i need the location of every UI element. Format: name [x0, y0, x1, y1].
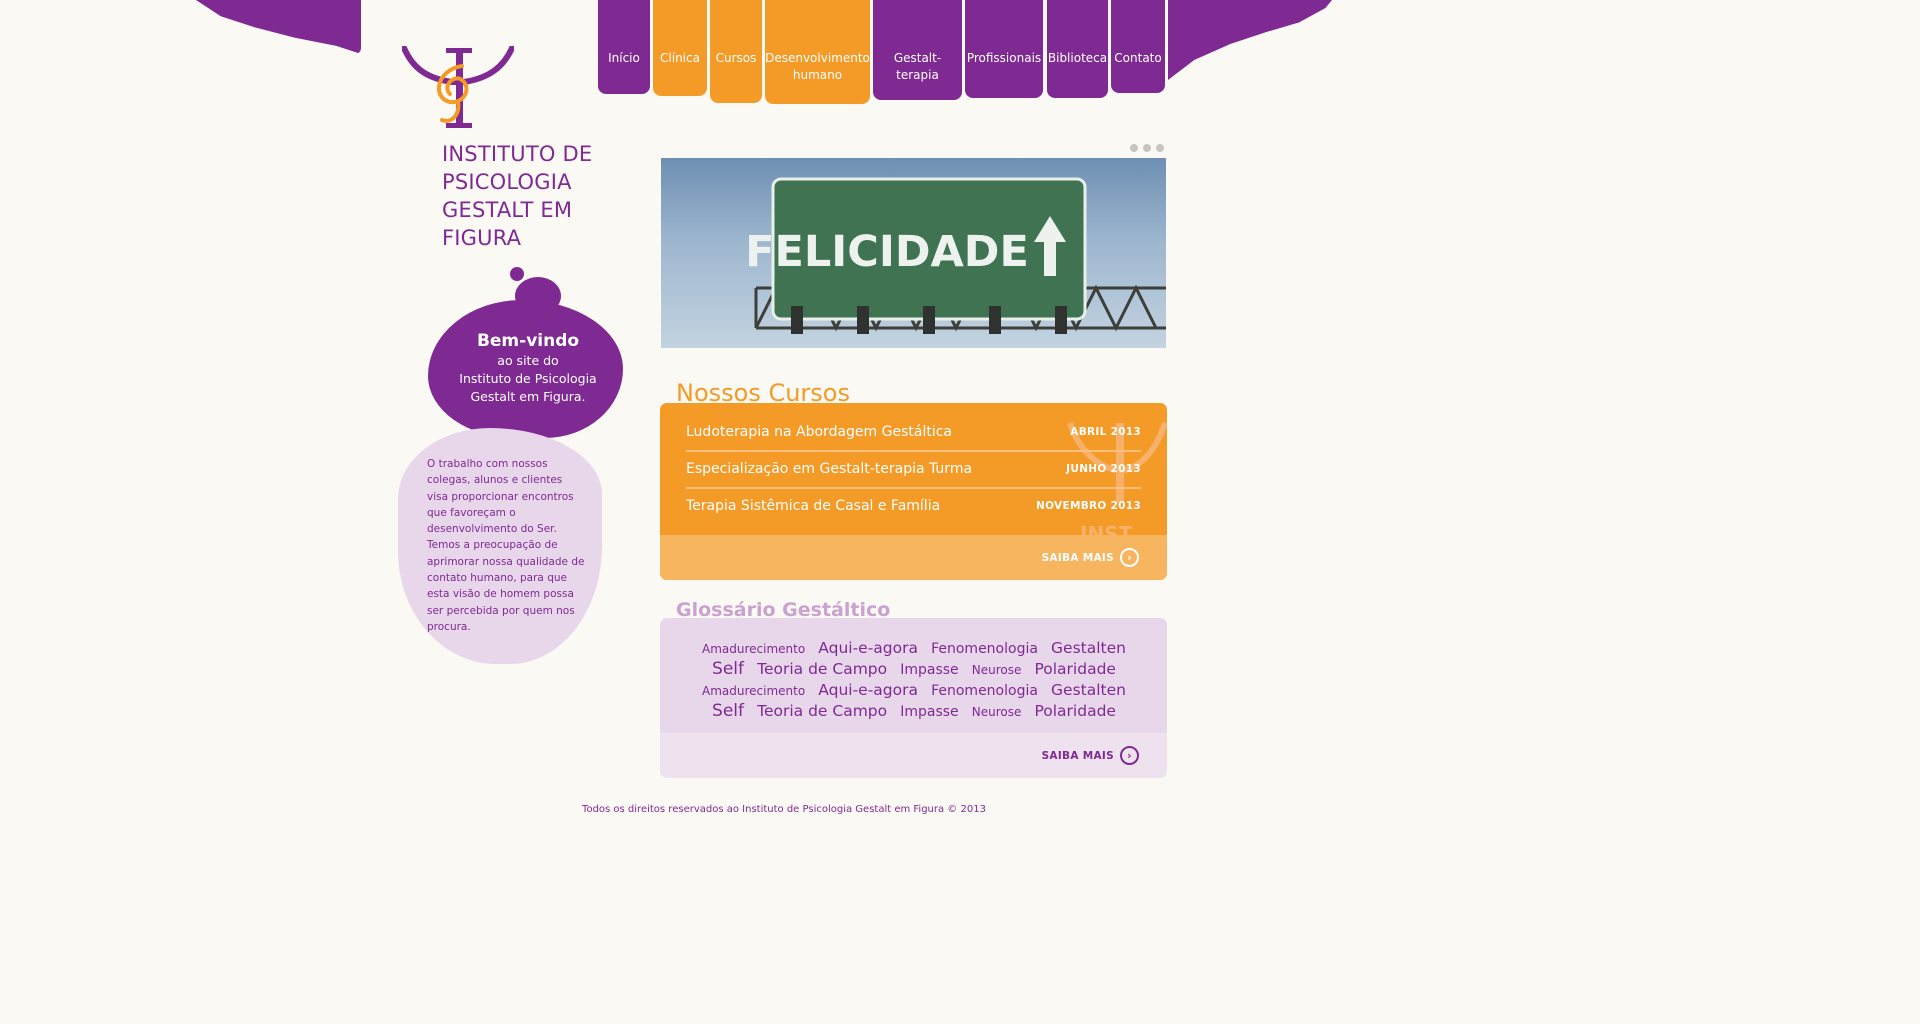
courses-card: INST PSI Ludoterapia na Abordagem Gestál…: [660, 403, 1167, 580]
nav-item-cursos[interactable]: Cursos: [710, 0, 762, 103]
glossary-footer: SAIBA MAIS ›: [660, 733, 1167, 778]
nav-item-contato[interactable]: Contato: [1111, 0, 1165, 93]
glossary-tag[interactable]: Gestalten: [1051, 639, 1126, 658]
nav-item-profissionais[interactable]: Profissionais: [965, 0, 1043, 98]
slider-dot[interactable]: [1156, 144, 1164, 152]
course-date: JUNHO 2013: [1066, 463, 1141, 475]
glossary-tag[interactable]: Amadurecimento: [702, 682, 805, 701]
nav-item-gestalt-terapia[interactable]: Gestalt-terapia: [873, 0, 962, 100]
welcome-message: Bem-vindo ao site do Instituto de Psicol…: [428, 330, 628, 406]
slider-dot[interactable]: [1130, 144, 1138, 152]
glossary-tag[interactable]: Teoria de Campo: [757, 660, 887, 679]
decorative-top-right-shape: [1168, 0, 1332, 80]
glossary-tag[interactable]: Impasse: [900, 661, 958, 680]
hero-banner[interactable]: FELICIDADE: [661, 158, 1166, 348]
glossary-tag[interactable]: Aqui-e-agora: [818, 639, 918, 658]
welcome-line: ao site do: [497, 353, 559, 368]
nav-item-desenvolvimento-humano[interactable]: Desenvolvimento humano: [765, 0, 870, 104]
footer-copyright: Todos os direitos reservados ao Institut…: [582, 804, 986, 815]
courses-more-link[interactable]: SAIBA MAIS ›: [1042, 548, 1139, 567]
welcome-title: Bem-vindo: [476, 331, 580, 351]
chevron-right-icon: ›: [1120, 746, 1139, 765]
glossary-tag[interactable]: Fenomenologia: [931, 640, 1038, 659]
glossary-tag[interactable]: Polaridade: [1034, 702, 1115, 721]
course-name: Terapia Sistêmica de Casal e Família: [686, 498, 941, 514]
glossary-tag[interactable]: Teoria de Campo: [757, 702, 887, 721]
site-title: INSTITUTO DE PSICOLOGIA GESTALT EM FIGUR…: [442, 142, 593, 250]
nav-item-biblioteca[interactable]: Biblioteca: [1047, 0, 1108, 98]
welcome-line: Gestalt em Figura.: [470, 389, 586, 404]
slider-pagination: [1130, 144, 1164, 152]
tag-cloud: Amadurecimento Aqui-e-agora Fenomenologi…: [684, 638, 1144, 722]
glossary-tag[interactable]: Neurose: [972, 661, 1022, 680]
glossary-tag[interactable]: Self: [712, 702, 744, 721]
course-item[interactable]: Ludoterapia na Abordagem Gestáltica ABRI…: [686, 414, 1141, 450]
course-date: ABRIL 2013: [1070, 426, 1141, 438]
welcome-line: Instituto de Psicologia: [459, 371, 597, 386]
psi-logo-icon: [401, 45, 515, 128]
decorative-top-left-shape: [196, 0, 361, 54]
site-logo[interactable]: [401, 45, 515, 130]
sign-text: FELICIDADE: [745, 227, 1029, 277]
glossary-tag[interactable]: Gestalten: [1051, 681, 1126, 700]
course-item[interactable]: Especialização em Gestalt-terapia Turma …: [686, 451, 1141, 487]
slider-dot[interactable]: [1143, 144, 1151, 152]
glossary-more-link[interactable]: SAIBA MAIS ›: [1042, 746, 1139, 765]
course-item[interactable]: Terapia Sistêmica de Casal e Família NOV…: [686, 488, 1141, 524]
road-sign-image: FELICIDADE: [745, 177, 1166, 334]
glossary-tag[interactable]: Aqui-e-agora: [818, 681, 918, 700]
glossary-card: Amadurecimento Aqui-e-agora Fenomenologi…: [660, 618, 1167, 778]
glossary-tag[interactable]: Self: [712, 660, 744, 679]
glossary-tag[interactable]: Polaridade: [1034, 660, 1115, 679]
glossary-tag[interactable]: Impasse: [900, 703, 958, 722]
glossary-tag[interactable]: Fenomenologia: [931, 682, 1038, 701]
about-text: O trabalho com nossos colegas, alunos e …: [427, 458, 585, 633]
course-name: Ludoterapia na Abordagem Gestáltica: [686, 424, 952, 440]
course-date: NOVEMBRO 2013: [1036, 500, 1141, 512]
courses-footer: SAIBA MAIS ›: [660, 535, 1167, 580]
more-label: SAIBA MAIS: [1041, 551, 1114, 564]
glossary-tag[interactable]: Amadurecimento: [702, 640, 805, 659]
nav-item-clinica[interactable]: Clínica: [653, 0, 707, 96]
chevron-right-icon: ›: [1120, 548, 1139, 567]
glossary-tag[interactable]: Neurose: [972, 703, 1022, 722]
more-label: SAIBA MAIS: [1041, 749, 1114, 762]
course-name: Especialização em Gestalt-terapia Turma: [686, 461, 973, 477]
decorative-dot: [510, 267, 524, 281]
nav-item-inicio[interactable]: Início: [598, 0, 650, 94]
